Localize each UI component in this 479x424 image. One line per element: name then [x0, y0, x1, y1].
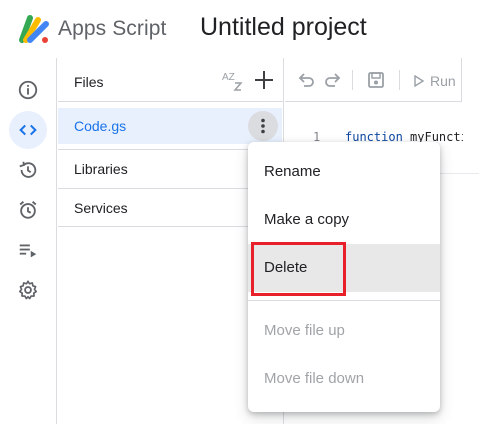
info-icon	[18, 80, 38, 100]
menu-item-move-down: Move file down	[248, 355, 440, 403]
project-title[interactable]: Untitled project	[200, 13, 367, 42]
play-icon	[414, 75, 425, 87]
rail-settings[interactable]	[9, 271, 47, 309]
move-down-label: Move file down	[264, 370, 365, 387]
run-label: Run	[430, 73, 456, 89]
file-item-code-gs[interactable]: Code.gs	[58, 108, 282, 144]
save-icon[interactable]	[365, 69, 387, 91]
make-copy-label: Make a copy	[264, 211, 350, 228]
run-button[interactable]: Run	[413, 71, 456, 91]
playlist-icon	[19, 244, 37, 258]
side-rail	[0, 58, 57, 424]
rail-history[interactable]	[9, 151, 47, 189]
toolbar-divider	[352, 70, 353, 90]
delete-highlight-box	[251, 242, 346, 296]
file-name: Code.gs	[74, 118, 127, 134]
menu-item-move-up: Move file up	[248, 307, 440, 355]
gear-icon	[18, 280, 38, 300]
more-vert-icon	[261, 118, 265, 134]
files-title: Files	[74, 74, 104, 90]
rail-executions[interactable]	[9, 231, 47, 269]
files-header: Files AZ	[58, 58, 284, 102]
code-icon	[19, 124, 37, 136]
editor-toolbar: Run	[285, 58, 479, 102]
menu-item-rename[interactable]: Rename	[248, 148, 440, 196]
apps-script-logo-icon[interactable]	[18, 14, 50, 44]
toolbar-divider	[399, 70, 400, 90]
rail-triggers[interactable]	[9, 191, 47, 229]
history-icon	[19, 161, 37, 178]
toolbar-overflow	[461, 58, 479, 102]
services-label: Services	[74, 200, 128, 216]
rename-label: Rename	[264, 163, 321, 180]
redo-icon[interactable]	[322, 69, 344, 91]
menu-divider	[248, 300, 440, 301]
undo-icon[interactable]	[295, 69, 317, 91]
rail-overview[interactable]	[9, 71, 47, 109]
app-name: Apps Script	[58, 17, 167, 40]
add-file-icon[interactable]	[253, 69, 275, 91]
sort-az-icon[interactable]: AZ	[221, 70, 243, 92]
app-header: Apps Script Untitled project	[0, 0, 479, 58]
move-up-label: Move file up	[264, 322, 345, 339]
rail-editor[interactable]	[9, 111, 47, 149]
file-more-button[interactable]	[248, 111, 278, 141]
svg-text:AZ: AZ	[222, 72, 235, 83]
alarm-icon	[19, 201, 37, 219]
menu-item-make-copy[interactable]: Make a copy	[248, 196, 440, 244]
libraries-label: Libraries	[74, 161, 128, 177]
